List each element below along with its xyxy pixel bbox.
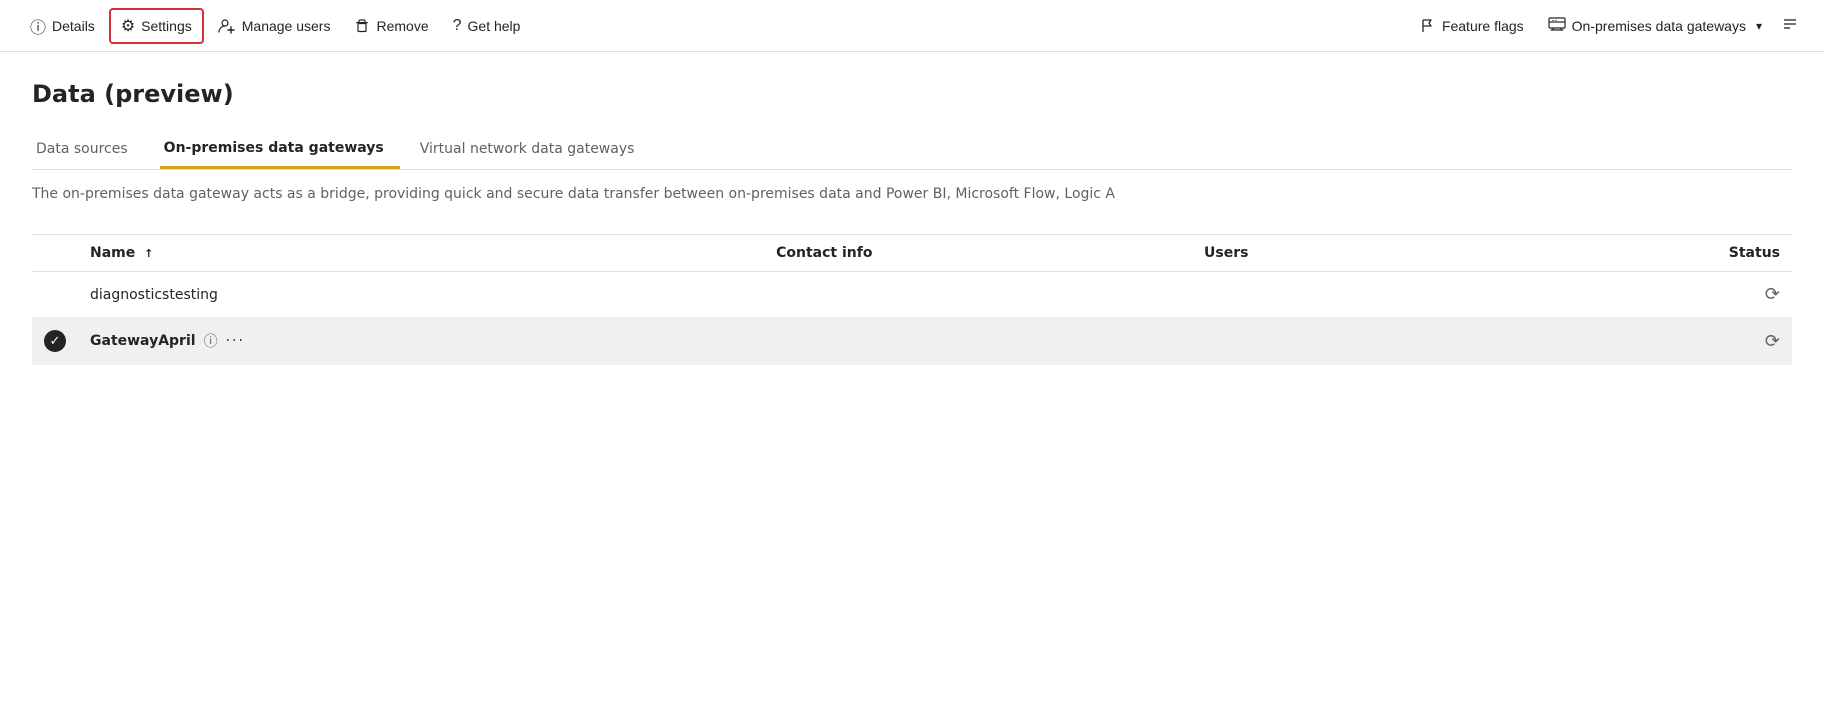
tab-virtual-network[interactable]: Virtual network data gateways xyxy=(416,133,651,169)
row2-name-container: GatewayApril ⓘ ··· xyxy=(90,331,752,351)
row2-name: GatewayApril xyxy=(90,333,196,349)
col-contact-label: Contact info xyxy=(776,245,872,261)
row1-check-cell xyxy=(32,272,78,318)
row2-users-cell xyxy=(1192,318,1534,365)
col-users-label: Users xyxy=(1204,245,1248,261)
remove-label: Remove xyxy=(376,18,428,34)
page-content: Data (preview) Data sources On-premises … xyxy=(0,52,1824,393)
row1-name-cell: diagnosticstesting xyxy=(78,272,764,318)
tab-on-premises-label: On-premises data gateways xyxy=(164,140,384,156)
col-contact-header[interactable]: Contact info xyxy=(764,235,1192,272)
feature-flags-label: Feature flags xyxy=(1442,18,1524,34)
get-help-label: Get help xyxy=(468,18,521,34)
col-status-label: Status xyxy=(1729,245,1780,261)
toolbar-right: Feature flags On-premises data gateways … xyxy=(1410,10,1804,41)
col-check-header xyxy=(32,235,78,272)
col-users-header[interactable]: Users xyxy=(1192,235,1534,272)
hamburger-icon xyxy=(1782,16,1798,35)
more-options-button[interactable] xyxy=(1776,10,1804,41)
row2-status-icon: ⟳ xyxy=(1765,331,1780,352)
tab-data-sources-label: Data sources xyxy=(36,141,128,157)
toolbar-left: ⓘ Details ⚙ Settings Manage users xyxy=(20,8,1410,44)
tab-data-sources[interactable]: Data sources xyxy=(32,133,144,169)
col-name-header[interactable]: Name ↑ xyxy=(78,235,764,272)
row1-users-cell xyxy=(1192,272,1534,318)
row2-checkmark: ✓ xyxy=(44,330,66,352)
gear-icon: ⚙ xyxy=(121,16,135,36)
details-label: Details xyxy=(52,18,95,34)
row1-name: diagnosticstesting xyxy=(90,287,218,303)
manage-users-label: Manage users xyxy=(242,18,331,34)
sort-arrow-icon: ↑ xyxy=(144,247,153,260)
tabs-container: Data sources On-premises data gateways V… xyxy=(32,132,1792,170)
row1-status-cell: ⟳ xyxy=(1534,272,1792,318)
gateways-table: Name ↑ Contact info Users Status diagn xyxy=(32,234,1792,365)
on-premises-label: On-premises data gateways xyxy=(1572,18,1746,34)
info-icon: ⓘ xyxy=(30,14,46,38)
row2-check-cell: ✓ xyxy=(32,318,78,365)
table-row[interactable]: ✓ GatewayApril ⓘ ··· ⟳ xyxy=(32,318,1792,365)
settings-label: Settings xyxy=(141,18,192,34)
col-name-label: Name xyxy=(90,245,135,261)
gateway-icon xyxy=(1548,16,1566,35)
gateway-description: The on-premises data gateway acts as a b… xyxy=(32,186,1792,202)
table-row[interactable]: diagnosticstesting ⟳ xyxy=(32,272,1792,318)
get-help-button[interactable]: ? Get help xyxy=(443,11,531,41)
row1-status-icon: ⟳ xyxy=(1765,284,1780,305)
toolbar: ⓘ Details ⚙ Settings Manage users xyxy=(0,0,1824,52)
feature-flags-button[interactable]: Feature flags xyxy=(1410,12,1534,40)
details-button[interactable]: ⓘ Details xyxy=(20,8,105,44)
row1-contact-cell xyxy=(764,272,1192,318)
row2-info-icon[interactable]: ⓘ xyxy=(204,331,218,351)
row2-more-icon[interactable]: ··· xyxy=(226,333,245,349)
help-icon: ? xyxy=(453,17,462,35)
trash-icon xyxy=(354,18,370,34)
page-title: Data (preview) xyxy=(32,80,1792,108)
row2-status-cell: ⟳ xyxy=(1534,318,1792,365)
remove-button[interactable]: Remove xyxy=(344,12,438,40)
users-icon xyxy=(218,17,236,35)
on-premises-dropdown-button[interactable]: On-premises data gateways ▾ xyxy=(1538,10,1772,41)
row2-contact-cell xyxy=(764,318,1192,365)
flag-icon xyxy=(1420,18,1436,34)
tab-on-premises[interactable]: On-premises data gateways xyxy=(160,132,400,169)
settings-button[interactable]: ⚙ Settings xyxy=(109,8,204,44)
row2-name-cell: GatewayApril ⓘ ··· xyxy=(78,318,764,365)
chevron-down-icon: ▾ xyxy=(1756,19,1762,33)
tab-virtual-network-label: Virtual network data gateways xyxy=(420,141,635,157)
manage-users-button[interactable]: Manage users xyxy=(208,11,341,41)
col-status-header[interactable]: Status xyxy=(1534,235,1792,272)
